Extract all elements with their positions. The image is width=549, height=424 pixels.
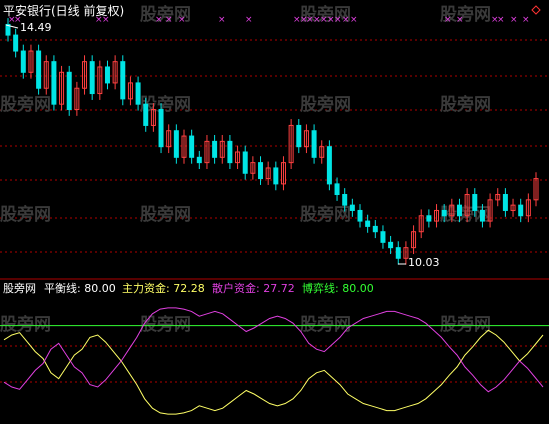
- signal-marker: ×: [178, 15, 186, 25]
- low-price-label: 10.03: [408, 256, 440, 269]
- candle-body: [326, 146, 332, 185]
- candle-body: [20, 50, 26, 73]
- candle-body: [227, 140, 233, 164]
- signal-marker: ×: [155, 15, 163, 25]
- candle-body: [51, 61, 57, 105]
- candle-body: [120, 61, 126, 100]
- candle-body: [89, 61, 95, 95]
- signal-marker: ×: [350, 15, 358, 25]
- candle-body: [349, 204, 355, 211]
- candle-body: [334, 183, 340, 196]
- watermark: 股旁网: [140, 204, 191, 225]
- candle-body: [311, 130, 317, 158]
- candle-body: [472, 194, 478, 211]
- game-line-label: 博弈线: 80.00: [302, 281, 374, 295]
- signal-marker: ×: [497, 15, 505, 25]
- candle-body: [196, 156, 202, 164]
- candle-body: [388, 241, 394, 249]
- signal-marker: ×: [522, 15, 530, 25]
- signal-marker: ×: [456, 15, 464, 25]
- candle-body: [36, 50, 42, 89]
- candle-body: [342, 194, 348, 206]
- candle-body: [441, 209, 447, 217]
- candle-body: [456, 204, 462, 217]
- high-price-label: 14.49: [20, 21, 52, 34]
- signal-marker: ×: [218, 15, 226, 25]
- candle-body: [158, 108, 164, 148]
- candle-body: [143, 103, 149, 126]
- watermark: 股旁网: [140, 314, 191, 335]
- candle-body: [66, 71, 72, 110]
- watermark: 股旁网: [300, 204, 351, 225]
- candle-body: [173, 130, 179, 158]
- main-funds-line: [3, 329, 544, 415]
- signal-marker: ×: [510, 15, 518, 25]
- signal-marker: ×: [245, 15, 253, 25]
- candle-body: [426, 215, 432, 222]
- signal-marker: ×: [444, 15, 452, 25]
- candle-body: [357, 209, 363, 222]
- candle-body: [380, 231, 386, 243]
- candle-body: [189, 135, 195, 158]
- candle-body: [518, 204, 524, 217]
- candle-body: [258, 162, 264, 180]
- watermark: 股旁网: [440, 314, 491, 335]
- corner-diamond: [531, 5, 541, 15]
- candle-body: [395, 247, 401, 259]
- watermark: 股旁网: [300, 94, 351, 115]
- signal-marker: ×: [334, 15, 342, 25]
- candle-body: [135, 82, 141, 105]
- price-candles: [5, 18, 539, 265]
- chart-title: 平安银行(日线 前复权): [3, 3, 124, 18]
- signal-marker: ×: [342, 15, 350, 25]
- candle-body: [502, 194, 508, 211]
- candle-body: [13, 34, 19, 52]
- candle-body: [212, 140, 218, 158]
- watermark: 股旁网: [0, 314, 51, 335]
- watermark: 股旁网: [440, 94, 491, 115]
- candle-body: [365, 220, 371, 227]
- watermark: 股旁网: [300, 314, 351, 335]
- candle-body: [479, 209, 485, 222]
- watermark: 股旁网: [0, 204, 51, 225]
- indicator-source-label: 股旁网: [3, 281, 36, 295]
- watermark: 股旁网: [0, 94, 51, 115]
- balance-line-label: 平衡线: 80.00: [44, 281, 116, 295]
- stock-chart: 股旁网 股旁网 股旁网股旁网 股旁网 股旁网 股旁网股旁网 股旁网 股旁网 股旁网股旁网 股旁网股…: [0, 3, 549, 415]
- candle-body: [296, 124, 302, 148]
- main-funds-label: 主力资金: 72.28: [122, 281, 205, 295]
- candle-body: [104, 66, 110, 84]
- candle-body: [273, 167, 279, 185]
- retail-funds-label: 散户资金: 27.72: [212, 281, 295, 295]
- candle-body: [372, 225, 378, 233]
- candle-body: [242, 151, 248, 174]
- signal-marker: ×: [165, 15, 173, 25]
